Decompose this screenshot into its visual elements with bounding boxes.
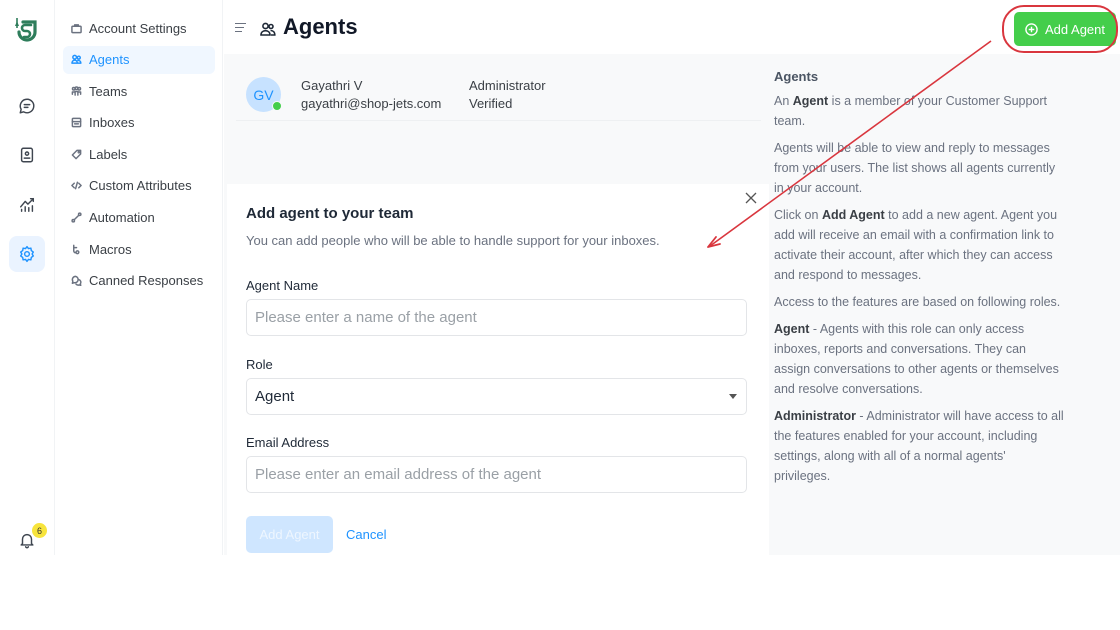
help-panel: Agents An Agent is a member of your Cust… bbox=[769, 54, 1120, 555]
sidebar-item-label: Automation bbox=[89, 210, 155, 226]
help-paragraph: Agents will be able to view and reply to… bbox=[774, 141, 1056, 195]
add-agent-modal: Add agent to your team You can add peopl… bbox=[227, 184, 769, 555]
agent-verification-status: Verified bbox=[469, 96, 513, 111]
sidebar-item-canned-responses[interactable]: Canned Responses bbox=[63, 267, 215, 295]
sidebar-item-label: Agents bbox=[89, 52, 130, 68]
sidebar-item-inboxes[interactable]: Inboxes bbox=[63, 109, 215, 137]
agent-email: gayathri@shop-jets.com bbox=[301, 96, 442, 111]
help-paragraph: Administrator - Administrator will have … bbox=[774, 409, 1064, 483]
rail-settings-button[interactable] bbox=[9, 236, 45, 272]
macros-icon bbox=[71, 244, 82, 255]
sidebar-item-labels[interactable]: Labels bbox=[63, 140, 215, 168]
automation-icon bbox=[71, 212, 82, 223]
rail-conversations-button[interactable] bbox=[9, 88, 45, 124]
agent-role: Administrator bbox=[469, 78, 546, 93]
plus-circle-icon bbox=[1025, 22, 1038, 36]
help-paragraph: Agent - Agents with this role can only a… bbox=[774, 322, 1059, 396]
primary-nav-rail: 6 bbox=[0, 0, 55, 555]
sidebar-item-account-settings[interactable]: Account Settings bbox=[63, 14, 215, 42]
reports-chart-icon bbox=[19, 197, 35, 213]
tag-icon bbox=[71, 149, 82, 160]
close-icon bbox=[745, 192, 757, 204]
sidebar-item-macros[interactable]: Macros bbox=[63, 235, 215, 263]
modal-title: Add agent to your team bbox=[246, 205, 414, 222]
shop-jets-logo-icon[interactable] bbox=[12, 16, 42, 46]
code-icon bbox=[71, 180, 82, 191]
hamburger-menu-icon[interactable] bbox=[235, 23, 246, 33]
add-agent-button[interactable]: Add Agent bbox=[1014, 12, 1116, 46]
agent-name-input[interactable] bbox=[246, 299, 747, 336]
help-paragraph: Access to the features are based on foll… bbox=[774, 295, 1061, 309]
rail-reports-button[interactable] bbox=[9, 187, 45, 223]
settings-gear-icon bbox=[19, 245, 35, 263]
chat-bubble-icon bbox=[19, 98, 35, 114]
page-header: Agents Add Agent bbox=[224, 0, 1120, 54]
avatar: GV bbox=[246, 77, 282, 112]
briefcase-icon bbox=[71, 23, 82, 34]
sidebar-item-teams[interactable]: Teams bbox=[63, 77, 215, 105]
sidebar-item-automation[interactable]: Automation bbox=[63, 204, 215, 232]
cancel-button[interactable]: Cancel bbox=[346, 527, 386, 542]
role-select[interactable]: Agent bbox=[246, 378, 747, 415]
email-address-input[interactable] bbox=[246, 456, 747, 493]
sidebar-item-custom-attributes[interactable]: Custom Attributes bbox=[63, 172, 215, 200]
table-row: GV Gayathri V gayathri@shop-jets.com Adm… bbox=[236, 68, 761, 121]
help-paragraph: An Agent is a member of your Customer Su… bbox=[774, 94, 1048, 128]
help-paragraph: Click on Add Agent to add a new agent. A… bbox=[774, 208, 1058, 282]
agent-name-label: Agent Name bbox=[246, 278, 319, 293]
sidebar-item-label: Account Settings bbox=[89, 20, 187, 36]
email-address-label: Email Address bbox=[246, 435, 330, 450]
team-icon bbox=[71, 85, 82, 97]
contact-book-icon bbox=[20, 147, 34, 163]
people-icon bbox=[260, 21, 276, 37]
sidebar-item-label: Macros bbox=[89, 241, 132, 257]
dropdown-caret-icon bbox=[729, 394, 737, 399]
sidebar-item-label: Teams bbox=[89, 83, 128, 99]
page-title: Agents bbox=[283, 14, 358, 39]
inbox-icon bbox=[71, 117, 82, 128]
help-title: Agents bbox=[774, 69, 819, 84]
close-modal-button[interactable] bbox=[744, 191, 758, 205]
settings-sidebar: Account Settings Agents Teams Inboxes La… bbox=[56, 0, 223, 555]
sidebar-item-label: Labels bbox=[89, 146, 128, 162]
add-agent-button-label: Add Agent bbox=[1045, 21, 1105, 37]
agent-name: Gayathri V bbox=[301, 78, 363, 93]
role-label: Role bbox=[246, 357, 273, 372]
sidebar-item-label: Custom Attributes bbox=[89, 178, 192, 194]
modal-subtitle: You can add people who will be able to h… bbox=[246, 233, 660, 248]
people-icon bbox=[71, 54, 82, 65]
sidebar-item-label: Inboxes bbox=[89, 115, 135, 131]
avatar-initials: GV bbox=[253, 86, 274, 103]
role-select-value: Agent bbox=[255, 388, 295, 405]
sidebar-item-label: Canned Responses bbox=[89, 273, 204, 289]
chat-multiple-icon bbox=[71, 275, 82, 287]
sidebar-item-agents[interactable]: Agents bbox=[63, 45, 215, 74]
rail-contacts-button[interactable] bbox=[9, 137, 45, 173]
submit-add-agent-button[interactable]: Add Agent bbox=[246, 516, 333, 553]
online-status-dot bbox=[272, 101, 282, 111]
notification-count-badge: 6 bbox=[32, 523, 47, 538]
app-window: 6 Account Settings Agents Teams Inboxes … bbox=[0, 0, 1120, 555]
